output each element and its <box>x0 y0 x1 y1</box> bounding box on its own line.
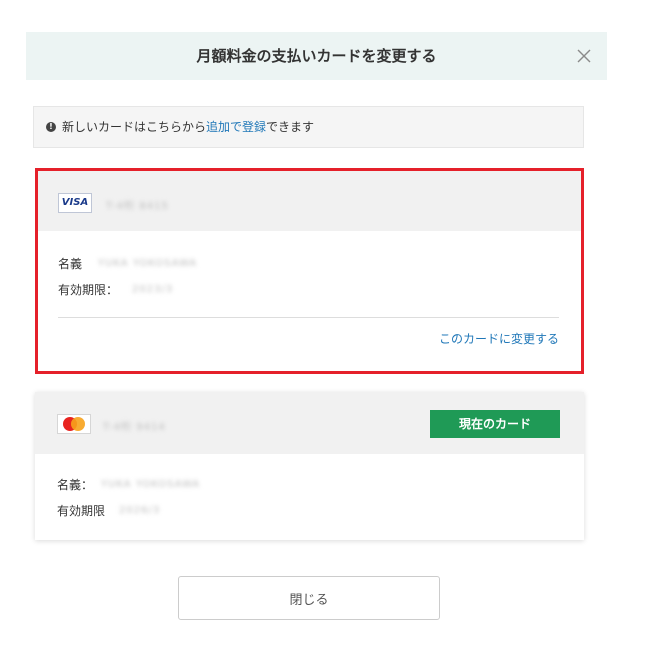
card-header: T-4桁 9414 現在のカード <box>35 392 584 454</box>
expiry-label: 有効期限： <box>58 283 119 297</box>
holder-value: YUKA YOKOSAWA <box>98 258 198 269</box>
mastercard-logo-icon <box>57 414 91 434</box>
holder-label: 名義 <box>58 257 83 271</box>
expiry-value: 2023/3 <box>132 284 174 295</box>
card-option-mastercard: T-4桁 9414 現在のカード 名義： YUKA YOKOSAWA 有効期限 … <box>35 392 584 540</box>
visa-logo-icon: VISA <box>58 193 92 213</box>
current-card-badge: 現在のカード <box>430 410 560 438</box>
card-option-visa[interactable]: VISA T-4桁 8415 名義 YUKA YOKOSAWA 有効期限： 20… <box>35 168 584 374</box>
holder-label: 名義： <box>57 478 94 492</box>
modal-title: 月額料金の支払いカードを変更する <box>196 47 437 65</box>
expiry-label: 有効期限 <box>57 504 106 518</box>
info-notice: ! 新しいカードはこちらから追加で登録できます <box>33 106 584 148</box>
notice-text-before: 新しいカードはこちらから <box>62 120 207 134</box>
close-icon[interactable] <box>575 47 593 65</box>
card-divider <box>58 317 559 318</box>
card-header: VISA T-4桁 8415 <box>38 171 581 231</box>
holder-value: YUKA YOKOSAWA <box>101 479 201 490</box>
card-number: T-4桁 8415 <box>106 201 169 212</box>
close-button[interactable]: 閉じる <box>178 576 440 620</box>
change-to-this-card-link[interactable]: このカードに変更する <box>439 330 559 347</box>
card-number: T-4桁 9414 <box>103 422 166 433</box>
expiry-value: 2026/3 <box>119 505 161 516</box>
add-card-link[interactable]: 追加で登録 <box>206 120 266 134</box>
notice-text-after: できます <box>266 120 315 134</box>
modal-header: 月額料金の支払いカードを変更する <box>26 32 607 80</box>
info-icon: ! <box>46 121 56 132</box>
change-payment-card-modal: 月額料金の支払いカードを変更する ! 新しいカードはこちらから追加で登録できます … <box>0 0 645 656</box>
